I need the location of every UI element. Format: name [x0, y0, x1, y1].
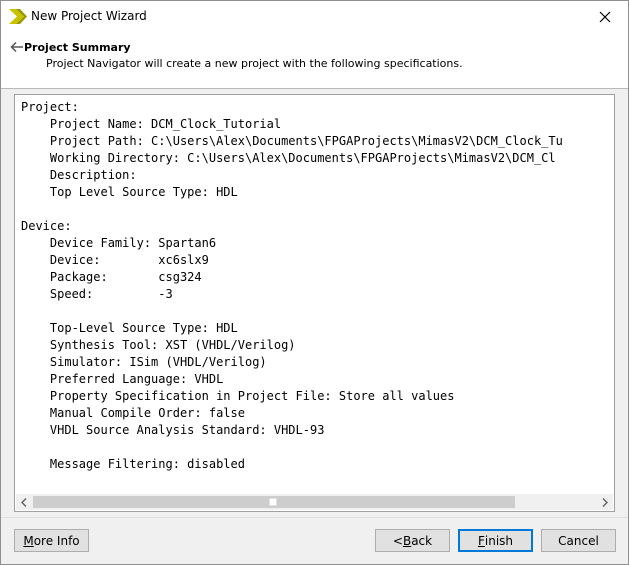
- summary-line: Synthesis Tool: XST (VHDL/Verilog): [21, 338, 296, 352]
- more-info-label-accel: M: [23, 533, 34, 548]
- summary-line: [21, 303, 614, 320]
- summary-line: VHDL Source Analysis Standard: VHDL-93: [21, 423, 325, 437]
- summary-line: Description:: [21, 168, 137, 182]
- summary-line: Working Directory: C:\Users\Alex\Documen…: [21, 151, 556, 165]
- summary-line: Speed: -3: [21, 287, 173, 301]
- scroll-right-button[interactable]: [597, 494, 613, 510]
- summary-line: Message Filtering: disabled: [21, 457, 245, 471]
- summary-line: Device:: [21, 219, 72, 233]
- summary-line: [21, 439, 614, 456]
- cancel-label: Cancel: [558, 533, 599, 548]
- finish-label-post: inish: [484, 533, 514, 548]
- page-title: Project Summary: [24, 41, 131, 54]
- back-label-post: ack: [411, 533, 433, 548]
- page-subtitle: Project Navigator will create a new proj…: [46, 57, 463, 70]
- summary-panel: Project: Project Name: DCM_Clock_Tutoria…: [14, 94, 615, 512]
- summary-line: Property Specification in Project File: …: [21, 389, 455, 403]
- back-label-pre: <: [392, 533, 403, 548]
- summary-line: Simulator: ISim (VHDL/Verilog): [21, 355, 267, 369]
- xilinx-logo-icon: [9, 9, 27, 24]
- finish-label-accel: F: [477, 533, 485, 548]
- summary-line: Top Level Source Type: HDL: [21, 185, 238, 199]
- summary-line: Project Path: C:\Users\Alex\Documents\FP…: [21, 134, 563, 148]
- summary-line: Package: csg324: [21, 270, 202, 284]
- scrollbar-track[interactable]: [33, 496, 596, 508]
- scroll-right-arrow-icon: [602, 497, 608, 507]
- scroll-left-arrow-icon: [21, 497, 27, 507]
- more-info-label-post: ore Info: [33, 533, 80, 548]
- wizard-window: New Project Wizard Project Summary Proje…: [0, 0, 629, 565]
- back-button[interactable]: < Back: [375, 529, 450, 552]
- summary-line: Manual Compile Order: false: [21, 406, 245, 420]
- summary-line: Project:: [21, 100, 79, 114]
- wizard-header: Project Summary Project Navigator will c…: [1, 32, 628, 89]
- summary-line: Preferred Language: VHDL: [21, 372, 224, 386]
- window-title: New Project Wizard: [31, 9, 147, 23]
- close-icon: [599, 11, 611, 22]
- summary-text: Project: Project Name: DCM_Clock_Tutoria…: [21, 99, 614, 494]
- summary-line: Device Family: Spartan6: [21, 236, 217, 250]
- summary-line: Top-Level Source Type: HDL: [21, 321, 238, 335]
- scrollbar-thumb[interactable]: [33, 496, 515, 508]
- cancel-button[interactable]: Cancel: [541, 529, 616, 552]
- scroll-left-button[interactable]: [16, 494, 32, 510]
- horizontal-scrollbar[interactable]: [16, 494, 613, 510]
- close-button[interactable]: [582, 1, 628, 32]
- footer-divider: [1, 517, 628, 518]
- summary-line: [21, 201, 614, 218]
- scrollbar-grip: [269, 498, 277, 506]
- more-info-button[interactable]: More Info: [14, 529, 89, 552]
- finish-button[interactable]: Finish: [458, 529, 533, 552]
- summary-line: Project Name: DCM_Clock_Tutorial: [21, 117, 282, 131]
- back-arrow-icon[interactable]: [10, 41, 24, 53]
- back-label-accel: B: [402, 533, 412, 548]
- title-bar: New Project Wizard: [1, 1, 628, 32]
- summary-line: Device: xc6slx9: [21, 253, 209, 267]
